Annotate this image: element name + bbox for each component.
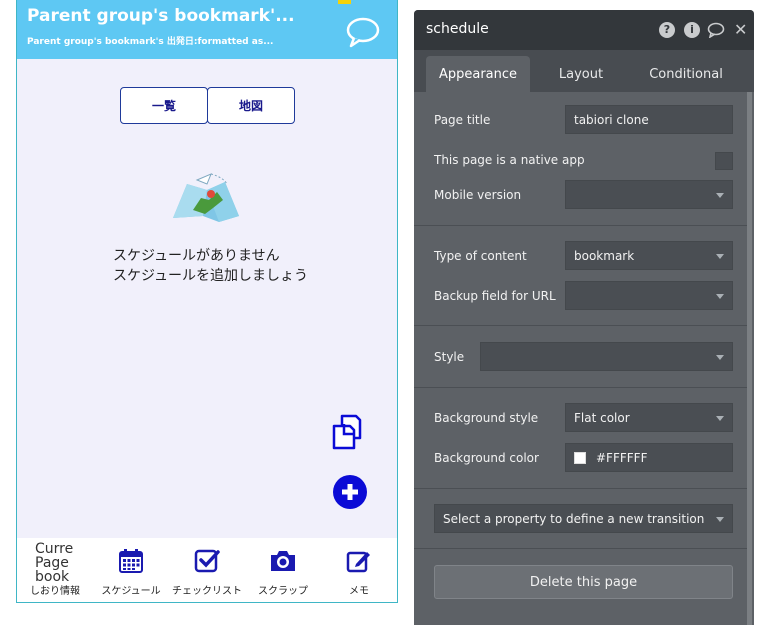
- type-of-content-value: bookmark: [574, 248, 635, 263]
- mobile-version-dropdown[interactable]: [565, 180, 733, 209]
- comment-icon[interactable]: [707, 22, 725, 38]
- list-view-button[interactable]: 一覧: [120, 87, 208, 124]
- tab-checklist[interactable]: チェックリスト: [169, 538, 245, 602]
- copy-icon[interactable]: [330, 412, 370, 452]
- mobile-version-label: Mobile version: [434, 188, 522, 202]
- section-divider: [414, 225, 747, 226]
- property-editor: schedule ? i ✕ Appearance Layout Conditi…: [414, 10, 754, 625]
- color-swatch: [574, 451, 586, 464]
- map-view-button[interactable]: 地図: [207, 87, 295, 124]
- native-app-checkbox[interactable]: [715, 152, 733, 170]
- background-color-picker[interactable]: #FFFFFF: [565, 443, 733, 472]
- background-style-dropdown[interactable]: Flat color: [565, 403, 733, 432]
- top-marker: [338, 0, 351, 4]
- help-icon[interactable]: ?: [659, 22, 675, 38]
- type-of-content-label: Type of content: [434, 249, 527, 263]
- section-divider: [414, 548, 747, 549]
- map-illustration-icon: [173, 173, 239, 222]
- page-title-label: Page title: [434, 113, 491, 127]
- native-app-label: This page is a native app: [434, 153, 585, 167]
- background-style-value: Flat color: [574, 410, 630, 425]
- tab-label: スクラップ: [258, 586, 308, 597]
- close-icon[interactable]: ✕: [734, 20, 747, 39]
- tab-conditional[interactable]: Conditional: [636, 56, 736, 92]
- section-divider: [414, 488, 747, 489]
- chevron-down-icon: [716, 294, 724, 299]
- background-color-label: Background color: [434, 451, 539, 465]
- empty-state-line-2: スケジュールを追加しましょう: [113, 268, 309, 284]
- tab-schedule[interactable]: スケジュール: [93, 538, 169, 602]
- chat-bubble-icon[interactable]: [345, 16, 381, 48]
- tab-itinerary-info[interactable]: Curre Page book しおり情報: [17, 538, 93, 602]
- info-icon[interactable]: i: [684, 22, 700, 38]
- checklist-icon: [194, 549, 220, 573]
- add-schedule-button[interactable]: [333, 475, 367, 509]
- tab-label: チェックリスト: [172, 586, 242, 597]
- editor-tabs: Appearance Layout Conditional: [414, 50, 754, 92]
- scrollbar[interactable]: [747, 92, 752, 625]
- section-divider: [414, 325, 747, 326]
- page-title-input[interactable]: tabiori clone: [565, 105, 733, 134]
- tab-appearance[interactable]: Appearance: [426, 56, 530, 92]
- backup-url-label: Backup field for URL: [434, 289, 556, 303]
- chevron-down-icon: [716, 416, 724, 421]
- style-dropdown[interactable]: [480, 342, 733, 371]
- tab-memo[interactable]: メモ: [321, 538, 397, 602]
- chevron-down-icon: [716, 517, 724, 522]
- style-label: Style: [434, 350, 465, 364]
- editor-title: schedule: [426, 21, 489, 37]
- tab-layout[interactable]: Layout: [539, 56, 623, 92]
- camera-icon: [271, 551, 295, 571]
- type-of-content-dropdown[interactable]: bookmark: [565, 241, 733, 270]
- plus-icon: [342, 484, 358, 500]
- background-style-label: Background style: [434, 411, 539, 425]
- page-preview: Parent group's bookmark'... Parent group…: [16, 0, 398, 603]
- header-subtitle: Parent group's bookmark's 出発日:formatted …: [27, 37, 274, 47]
- header-title: Parent group's bookmark'...: [27, 6, 295, 26]
- edit-icon: [346, 551, 370, 573]
- transition-placeholder: Select a property to define a new transi…: [443, 511, 705, 526]
- section-divider: [414, 387, 747, 388]
- delete-page-button[interactable]: Delete this page: [434, 565, 733, 599]
- chevron-down-icon: [716, 254, 724, 259]
- backup-url-dropdown[interactable]: [565, 281, 733, 310]
- tab-scrap[interactable]: スクラップ: [245, 538, 321, 602]
- transition-dropdown[interactable]: Select a property to define a new transi…: [434, 504, 733, 533]
- broken-image-icon: Curre Page book: [35, 542, 74, 582]
- app-header: Parent group's bookmark'... Parent group…: [17, 0, 397, 59]
- empty-state-message: スケジュールがありません スケジュールを追加しましょう: [113, 246, 308, 286]
- calendar-icon: [119, 549, 143, 573]
- background-color-value: #FFFFFF: [596, 450, 648, 465]
- bottom-tab-bar: Curre Page book しおり情報 スケジュール チェックリスト スクラ…: [17, 538, 397, 602]
- chevron-down-icon: [716, 355, 724, 360]
- editor-header: schedule ? i ✕: [414, 10, 754, 50]
- tab-label: しおり情報: [30, 586, 80, 597]
- tab-label: スケジュール: [101, 586, 161, 597]
- tab-label: メモ: [349, 586, 369, 597]
- empty-state-line-1: スケジュールがありません: [113, 248, 280, 264]
- chevron-down-icon: [716, 193, 724, 198]
